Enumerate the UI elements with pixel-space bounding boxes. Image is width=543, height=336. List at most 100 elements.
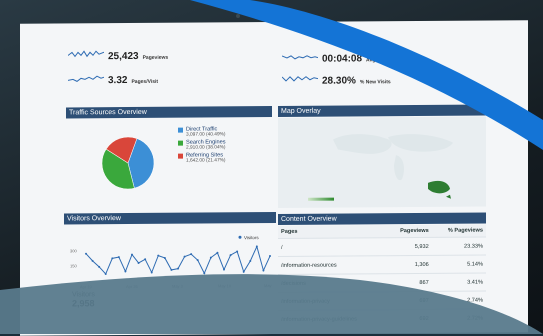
pages-per-visit-value: 3.32 [108, 75, 128, 87]
table-row[interactable]: /5,932 23.33% [278, 237, 486, 257]
data-point [170, 268, 173, 271]
data-point [157, 254, 160, 257]
data-point [229, 254, 232, 257]
x-tick-label: May 3 [172, 284, 184, 289]
y-tick-label: 150 [70, 263, 77, 268]
sparkline-icon [68, 75, 104, 82]
new-visits-label: % New Visits [359, 79, 391, 86]
pct-cell: 3.41% [431, 273, 486, 292]
table-row[interactable]: /information-privacy-guidelines 692 2.72% [278, 309, 486, 328]
x-tick-label: Apr 19 [80, 284, 93, 289]
sparkline-icon [68, 50, 104, 58]
x-tick-label: May [264, 283, 272, 288]
traffic-sources-title: Traffic Sources Overview [66, 106, 272, 119]
page-link[interactable]: /decisions [278, 273, 387, 293]
pageviews-label: Pageviews [142, 54, 169, 61]
x-tick-label: May 10 [218, 283, 232, 288]
legend-swatch [178, 140, 183, 146]
legend-direct: Direct Traffic 3,097.00 (40.49%) [178, 126, 226, 138]
visitors-total-value: 2,958 [72, 298, 95, 309]
table-row[interactable]: /information-resources 1,306 5.14% [278, 255, 486, 275]
sparkline-icon [282, 55, 318, 60]
data-point [190, 253, 193, 256]
metric-new-visits: 28.30% % New Visits [282, 73, 391, 87]
pct-cell: 5.14% [431, 255, 486, 274]
legend-swatch [178, 153, 183, 159]
column-header-pct[interactable]: % Pageviews [431, 224, 486, 238]
traffic-pie-chart [101, 136, 155, 190]
column-header-pages[interactable]: Pages [278, 225, 387, 239]
visitors-overview-title: Visitors Overview [64, 211, 276, 225]
map-overlay-title: Map Overlay [278, 104, 486, 117]
data-point [137, 261, 140, 264]
data-point [98, 265, 101, 268]
pct-cell: 23.33% [431, 237, 486, 256]
legend-dot [238, 235, 242, 239]
metric-avg-time: 00:04:08 Avg. [282, 51, 377, 65]
pages-per-visit-label: Pages/Visit [131, 78, 159, 85]
map-legend-scale [308, 197, 334, 201]
page-link[interactable]: /information-resources [278, 255, 387, 275]
sparkline-icon [282, 76, 318, 82]
data-point [150, 271, 153, 274]
page-link[interactable]: /information-privacy-guidelines [278, 309, 387, 328]
data-point [255, 245, 258, 248]
traffic-legend: Direct Traffic 3,097.00 (40.49%) Search E… [178, 126, 226, 165]
table-row[interactable]: /decisions 867 3.41% [278, 273, 486, 293]
data-point [124, 270, 127, 273]
pageviews-cell: 697 [386, 291, 432, 310]
avg-time-value: 00:04:08 [322, 53, 363, 65]
table-row[interactable]: /information-privacy 697 2.74% [278, 291, 486, 311]
new-visits-value: 28.30% [322, 75, 356, 87]
dashboard-screen: 25,423 Pageviews 3.32 Pages/Visit 00:04:… [20, 20, 528, 336]
data-point [223, 268, 225, 271]
metric-pageviews: 25,423 Pageviews [68, 49, 168, 63]
data-point [249, 259, 252, 262]
metric-pages-per-visit: 3.32 Pages/Visit [68, 73, 158, 87]
pct-cell: 2.74% [431, 291, 486, 310]
data-point [144, 258, 147, 261]
pageviews-cell: 692 [386, 309, 432, 328]
content-overview-title: Content Overview [278, 212, 486, 225]
data-point [262, 269, 265, 272]
column-header-pageviews[interactable]: Pageviews [386, 224, 432, 238]
data-point [104, 272, 107, 275]
legend-referring-detail: 1,642.00 (21.47%) [186, 158, 226, 164]
data-point [216, 251, 219, 254]
data-point [269, 255, 271, 258]
data-point [111, 257, 114, 260]
data-point [196, 259, 199, 262]
y-tick-label: 300 [70, 248, 77, 253]
legend-referring: Referring Sites 1,642.00 (21.47%) [178, 152, 226, 164]
data-point [183, 255, 186, 258]
world-map [278, 116, 486, 208]
data-point [236, 250, 239, 253]
visitors-line-chart: 300 150 Visitors Apr 19 Apr 26 May 3 May 10… [70, 235, 272, 289]
visitors-total: Visitors 2,958 [72, 291, 95, 308]
pct-cell: 2.72% [431, 309, 486, 327]
data-point [131, 253, 133, 256]
data-point [85, 252, 87, 255]
data-point [91, 259, 94, 262]
pageviews-value: 25,423 [108, 50, 139, 63]
camera-dot [236, 14, 240, 18]
data-point [117, 256, 120, 259]
data-point [242, 270, 245, 273]
page-link[interactable]: / [278, 237, 387, 257]
data-point [209, 256, 212, 259]
pageviews-cell: 1,306 [386, 255, 432, 274]
world-map-graphic [333, 134, 453, 199]
legend-swatch [178, 127, 183, 133]
data-point [203, 272, 206, 275]
page-link[interactable]: /information-privacy [278, 291, 387, 311]
avg-time-label: Avg. [366, 57, 377, 64]
legend-direct-detail: 3,097.00 (40.49%) [186, 132, 226, 138]
series-line-visitors [85, 245, 271, 275]
chart-legend-visitors: Visitors [244, 235, 259, 240]
pageviews-cell: 867 [386, 273, 432, 292]
data-point [163, 256, 166, 259]
content-table: Pages Pageviews % Pageviews /5,932 23.33%… [278, 224, 486, 328]
data-point [177, 267, 179, 270]
pageviews-cell: 5,932 [386, 237, 432, 256]
legend-search: Search Engines 2,910.00 (38.04%) [178, 139, 226, 151]
